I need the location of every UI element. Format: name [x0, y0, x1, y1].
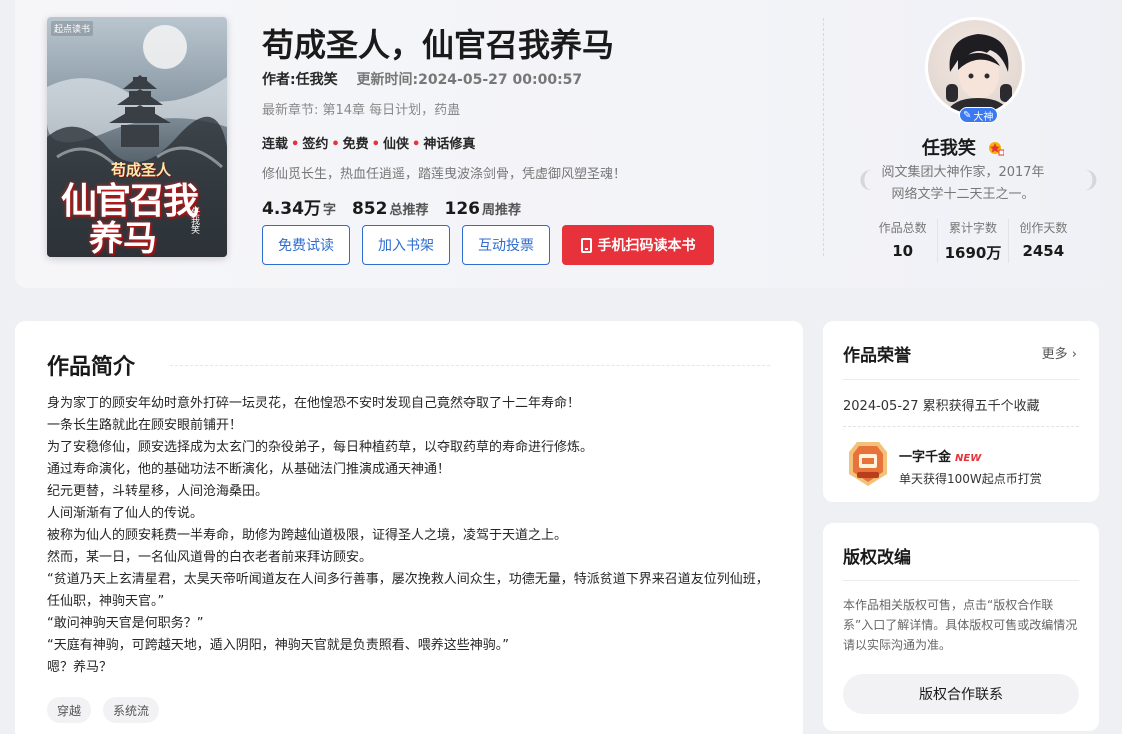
author-avatar[interactable]: [925, 17, 1025, 117]
cover-title-top: 苟成圣人: [111, 161, 172, 179]
synopsis-paragraph: “贫道乃天上玄清星君，太昊天帝听闻道友在人间多行善事，屡次挽救人间众生，功德无量…: [47, 572, 769, 609]
avatar-art: [945, 34, 1012, 114]
update-time: 更新时间:2024-05-27 00:00:57: [356, 72, 583, 88]
book-intro: 修仙觅长生，热血任逍遥，踏莲曳波涤剑骨，凭虚御风塑圣魂！: [262, 167, 627, 182]
copyright-divider: [843, 580, 1079, 581]
laurel-right-icon: ❩: [1082, 168, 1101, 193]
tag-system[interactable]: 系统流: [103, 697, 160, 723]
book-cover[interactable]: 起点读书 苟成圣人 仙官召我 养马 任我笑: [47, 17, 227, 257]
book-header-card: 起点读书 苟成圣人 仙官召我 养马 任我笑 苟成圣人，仙官召我养马 作者:任我笑…: [15, 0, 1101, 288]
tag-signed: 签约: [302, 137, 329, 152]
free-read-button[interactable]: 免费试读: [262, 225, 350, 265]
week-recommend: 126: [444, 199, 480, 219]
chevron-right-icon: ›: [1071, 347, 1077, 362]
scan-read-label: 手机扫码读本书: [597, 238, 696, 254]
honors-card: 作品荣誉 更多 › 2024-05-27 累积获得五千个收藏 一字千金 NEW 单…: [823, 321, 1099, 502]
book-actions: 免费试读 加入书架 互动投票 手机扫码读本书: [262, 225, 714, 265]
author-stat-days: 创作天数 2454: [1007, 219, 1078, 263]
author-link[interactable]: 作者:任我笑: [262, 72, 338, 88]
cover-brand-label: 起点读书: [51, 21, 94, 36]
synopsis-paragraph: 人间渐渐有了仙人的传说。: [47, 506, 204, 521]
tag-subcategory[interactable]: 神话修真: [423, 137, 475, 152]
medal-icon: [849, 442, 887, 486]
author-stat-works: 作品总数 10: [878, 221, 927, 260]
synopsis-paragraph: 被称为仙人的顾安耗费一半寿命，助修为跨越仙道极限，证得圣人之境，凌驾于天道之上。: [47, 528, 568, 543]
synopsis-card: 作品简介 身为家丁的顾安年幼时意外打碎一坛灵花，在他惶恐不安时发现自己竟然夺取了…: [15, 321, 803, 734]
honor-badge-desc: 单天获得100W起点币打赏: [899, 472, 1042, 486]
add-shelf-button[interactable]: 加入书架: [362, 225, 450, 265]
scan-read-button[interactable]: 手机扫码读本书: [562, 225, 714, 265]
cover-title-bottom: 养马: [89, 219, 157, 257]
cover-author: 任我笑: [189, 207, 199, 234]
honors-more-link[interactable]: 更多 ›: [1042, 343, 1077, 362]
author-stats: 作品总数 10 累计字数 1690万 创作天数 2454: [868, 219, 1078, 263]
book-tags: 连载 • 签约 • 免费 • 仙侠 • 神话修真: [262, 137, 476, 152]
author-name[interactable]: 任我笑: [838, 134, 1088, 160]
tag-category[interactable]: 仙侠: [383, 137, 409, 152]
author-desc: 阅文集团大神作家，2017年网络文学十二天王之一。: [881, 165, 1045, 202]
author-panel: ✎ 大神 任我笑 ❨ 阅文集团大神作家，2017年网络文学十二天王之一。 ❩ 作…: [838, 0, 1101, 288]
synopsis-paragraph: 纪元更替，斗转星移，人间沧海桑田。: [47, 484, 269, 499]
tag-chuanyue[interactable]: 穿越: [47, 697, 92, 723]
laurel-left-icon: ❨: [856, 168, 875, 193]
synopsis-divider: [170, 365, 770, 366]
book-title: 苟成圣人，仙官召我养马: [262, 26, 615, 64]
copyright-desc: 本作品相关版权可售，点击“版权合作联系”入口了解详情。具体版权可售或改编情况请以…: [843, 598, 1078, 652]
word-count: 4.34万: [262, 199, 321, 219]
synopsis-body: 身为家丁的顾安年幼时意外打碎一坛灵花，在他惶恐不安时发现自己竟然夺取了十二年寿命…: [47, 393, 777, 679]
vote-button[interactable]: 互动投票: [462, 225, 550, 265]
great-author-badge: ✎ 大神: [959, 107, 999, 123]
honors-divider: [843, 379, 1079, 380]
synopsis-paragraph: “天庭有神驹，可跨越天地，遁入阴阳，神驹天官就是负责照看、喂养这些神驹。”: [47, 638, 509, 653]
copyright-title: 版权改编: [843, 548, 911, 568]
latest-chapter-link[interactable]: 最新章节: 第14章 每日计划，药蛊: [262, 99, 460, 118]
synopsis-title: 作品简介: [47, 355, 136, 380]
copyright-contact-button[interactable]: 版权合作联系: [843, 674, 1079, 714]
tag-status: 连载: [262, 137, 289, 152]
synopsis-paragraph: 通过寿命演化，他的基础功法不断演化，从基础法门推演成通天神通！: [47, 462, 451, 477]
honors-title: 作品荣誉: [843, 346, 911, 366]
phone-icon: [580, 237, 592, 253]
total-recommend: 852: [351, 199, 388, 219]
quill-icon: ✎: [963, 109, 972, 121]
crown-icon: [989, 142, 1005, 156]
honor-entry: 2024-05-27 累积获得五千个收藏: [843, 399, 1040, 414]
header-divider: [823, 18, 824, 256]
copyright-card: 版权改编 本作品相关版权可售，点击“版权合作联系”入口了解详情。具体版权可售或改…: [823, 523, 1099, 731]
synopsis-paragraph: 然而，某一日，一名仙风道骨的白衣老者前来拜访顾安。: [47, 550, 373, 565]
book-meta: 作者:任我笑 更新时间:2024-05-27 00:00:57: [262, 69, 582, 89]
synopsis-paragraph: 身为家丁的顾安年幼时意外打碎一坛灵花，在他惶恐不安时发现自己竟然夺取了十二年寿命…: [47, 396, 581, 411]
honor-badge-name: 一字千金 NEW: [899, 450, 982, 465]
honors-divider-dashed: [843, 426, 1079, 427]
tag-free: 免费: [342, 137, 369, 152]
synopsis-paragraph: 一条长生路就此在顾安眼前铺开！: [47, 418, 243, 433]
book-stats: 4.34万字 852 总推荐 126 周推荐: [262, 199, 521, 219]
synopsis-paragraph: 为了安稳修仙，顾安选择成为太玄门的杂役弟子，每日种植药草，以夺取药草的寿命进行修…: [47, 440, 594, 455]
author-stat-words: 累计字数 1690万: [937, 219, 1007, 263]
new-badge: NEW: [955, 453, 982, 464]
synopsis-paragraph: “敢问神驹天官是何职务？”: [47, 616, 204, 631]
synopsis-tags: 穿越 系统流: [47, 697, 160, 723]
synopsis-paragraph: 嗯？养马？: [47, 660, 113, 675]
